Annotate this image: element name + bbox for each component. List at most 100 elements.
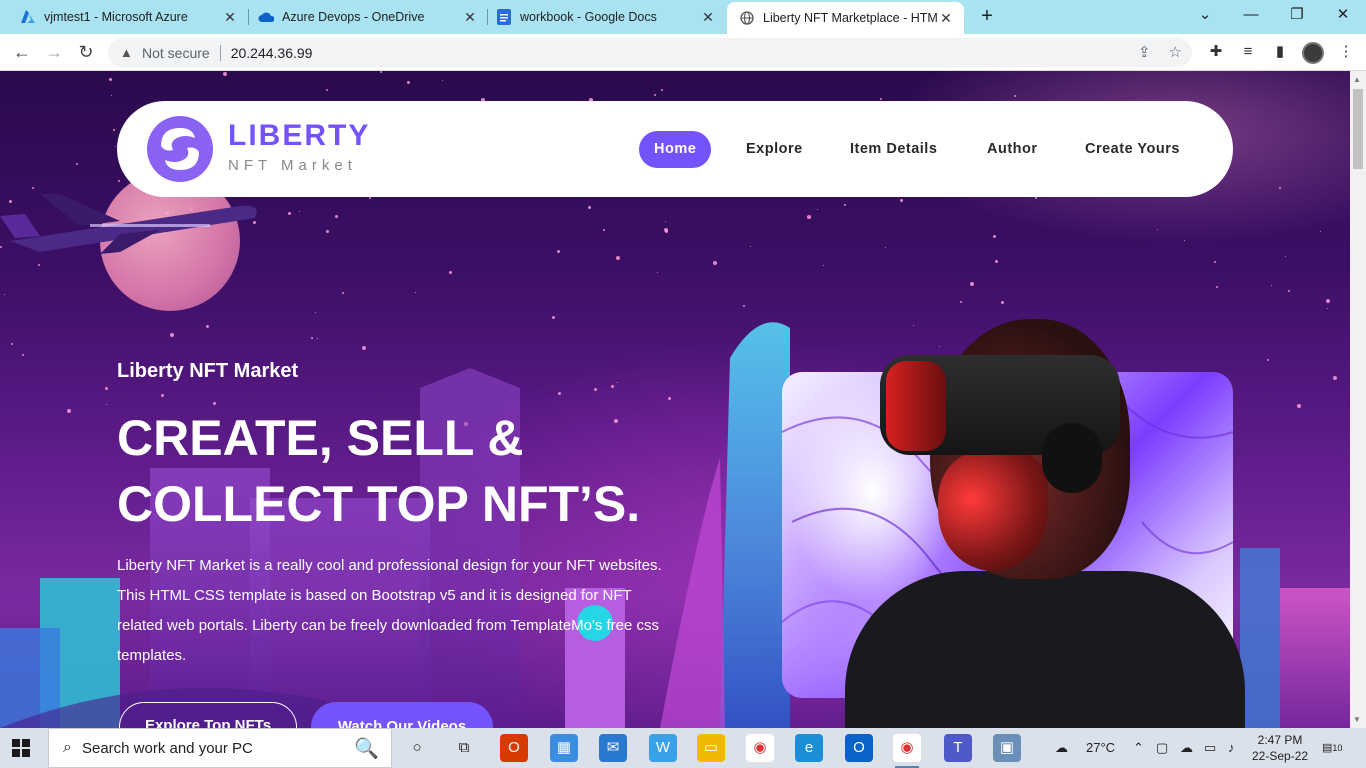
security-label[interactable]: Not secure [142, 45, 210, 61]
scroll-down-icon[interactable]: ▼ [1353, 715, 1361, 724]
address-bar[interactable]: ▲ Not secure 20.244.36.99 ⇪ ☆ [108, 38, 1192, 67]
hero-title-line2: COLLECT TOP NFT’S. [117, 476, 641, 532]
tab-azure[interactable]: vjmtest1 - Microsoft Azure ✕ [0, 0, 248, 34]
onedrive-tray-icon[interactable]: ☁ [1180, 728, 1193, 768]
close-tab-icon[interactable]: ✕ [938, 10, 954, 26]
search-icon: ⌕ [63, 739, 72, 756]
maximize-icon[interactable]: ❐ [1274, 0, 1320, 34]
tab-title: Liberty NFT Marketplace - HTML [763, 11, 938, 25]
star-dot [1035, 197, 1037, 199]
azure-icon [20, 9, 36, 25]
cortana-circle-icon[interactable]: ○ [403, 734, 431, 762]
taskbar-search-box[interactable]: ⌕ Search work and your PC 🔍 [48, 728, 392, 768]
edge-icon[interactable]: e [795, 734, 823, 762]
url-text[interactable]: 20.244.36.99 [231, 45, 313, 61]
tab-google-docs[interactable]: workbook - Google Docs ✕ [476, 0, 726, 34]
nav-author[interactable]: Author [987, 131, 1038, 168]
outlook-icon[interactable]: O [845, 734, 873, 762]
logo-title[interactable]: LIBERTY [228, 119, 370, 153]
media-queue-icon[interactable]: ≡ [1238, 42, 1258, 62]
chrome-active-icon[interactable]: ◉ [893, 734, 921, 768]
microsoft-store-icon[interactable]: ▦ [550, 734, 578, 762]
star-dot [654, 94, 656, 96]
speaker-icon[interactable]: ♪ [1228, 728, 1235, 768]
star-dot [588, 206, 591, 209]
star-dot [665, 230, 668, 233]
browser-toolbar: ← → ↻ ▲ Not secure 20.244.36.99 ⇪ ☆ ✚ ≡ … [0, 34, 1366, 71]
bookmark-star-icon[interactable]: ☆ [1169, 43, 1182, 61]
teams-icon[interactable]: T [944, 734, 972, 762]
onedrive-icon [258, 9, 274, 25]
reload-icon[interactable]: ↻ [74, 40, 98, 64]
star-dot [885, 247, 886, 248]
star-dot [223, 72, 227, 76]
globe-icon [739, 10, 755, 26]
star-dot [616, 256, 620, 260]
man-body-image [845, 571, 1245, 728]
task-view-icon[interactable]: ⧉ [450, 734, 478, 762]
share-icon[interactable]: ⇪ [1138, 43, 1151, 61]
tab-onedrive[interactable]: Azure Devops - OneDrive ✕ [238, 0, 488, 34]
kebab-menu-icon[interactable]: ⋮ [1336, 42, 1356, 62]
star-dot [557, 250, 560, 253]
side-panel-icon[interactable]: ▮ [1270, 42, 1290, 62]
nav-item-details[interactable]: Item Details [850, 131, 937, 168]
tray-chevron-up-icon[interactable]: ⌃ [1133, 728, 1144, 768]
tab-liberty[interactable]: Liberty NFT Marketplace - HTML ✕ [727, 2, 964, 34]
watch-our-videos-button[interactable]: Watch Our Videos [311, 702, 493, 728]
star-dot [900, 199, 903, 202]
tab-title: vjmtest1 - Microsoft Azure [44, 10, 188, 24]
clock-date: 22-Sep-22 [1252, 749, 1309, 763]
star-dot [1320, 231, 1321, 232]
nav-create-yours[interactable]: Create Yours [1085, 131, 1180, 168]
tab-strip: vjmtest1 - Microsoft Azure ✕ Azure Devop… [0, 0, 1366, 34]
weather-cloud-icon[interactable]: ☁ [1055, 728, 1068, 768]
mail-icon[interactable]: ✉ [599, 734, 627, 762]
star-dot [442, 80, 443, 81]
hero-kicker: Liberty NFT Market [117, 360, 299, 382]
back-arrow-icon[interactable]: ← [10, 40, 34, 64]
minimize-icon[interactable]: — [1228, 0, 1274, 34]
clock-time: 2:47 PM [1257, 733, 1303, 747]
vr-headset-lens-image [886, 361, 946, 451]
close-window-icon[interactable]: ✕ [1320, 0, 1366, 34]
tab-search-chevron-icon[interactable]: ⌄ [1182, 0, 1228, 34]
warning-triangle-icon[interactable]: ▲ [120, 45, 136, 60]
star-dot [299, 211, 300, 212]
extensions-puzzle-icon[interactable]: ✚ [1206, 42, 1226, 62]
notification-center-icon[interactable]: ▤10 [1322, 728, 1342, 768]
scrollbar-thumb[interactable] [1353, 89, 1363, 169]
headphone-image [1042, 423, 1102, 493]
nav-explore[interactable]: Explore [746, 131, 803, 168]
star-dot [380, 71, 382, 73]
notification-count: 10 [1332, 743, 1343, 753]
star-dot [844, 204, 846, 206]
windows-start-icon[interactable] [12, 739, 30, 757]
page-scrollbar[interactable]: ▲ ▼ [1350, 71, 1366, 728]
hero-title-line1: CREATE, SELL & [117, 410, 524, 466]
weather-temperature[interactable]: 27°C [1086, 728, 1115, 768]
nav-home[interactable]: Home [639, 131, 712, 168]
star-dot [1184, 240, 1185, 241]
new-tab-plus-icon[interactable]: + [976, 6, 998, 28]
system-clock[interactable]: 2:47 PM 22-Sep-22 [1252, 732, 1308, 764]
whiteboard-icon[interactable]: W [649, 734, 677, 762]
tab-title: workbook - Google Docs [520, 10, 657, 24]
explore-top-nfts-button[interactable]: Explore Top NFTs [119, 702, 297, 728]
close-tab-icon[interactable]: ✕ [222, 9, 238, 25]
office-icon[interactable]: O [500, 734, 528, 762]
battery-icon[interactable]: ▭ [1204, 728, 1216, 768]
profile-avatar[interactable] [1302, 42, 1324, 64]
meet-now-icon[interactable]: ▢ [1156, 728, 1168, 768]
liberty-logo-icon[interactable] [147, 116, 213, 182]
file-explorer-icon[interactable]: ▭ [697, 734, 725, 762]
star-dot [823, 265, 824, 266]
remote-desktop-icon[interactable]: ▣ [993, 734, 1021, 762]
star-dot [326, 230, 329, 233]
chrome-icon[interactable]: ◉ [746, 734, 774, 762]
page-viewport: LIBERTY NFT Market Home Explore Item Det… [0, 71, 1350, 728]
scroll-up-icon[interactable]: ▲ [1353, 75, 1361, 84]
close-tab-icon[interactable]: ✕ [700, 9, 716, 25]
star-dot [111, 95, 112, 96]
forward-arrow-icon[interactable]: → [42, 40, 66, 64]
